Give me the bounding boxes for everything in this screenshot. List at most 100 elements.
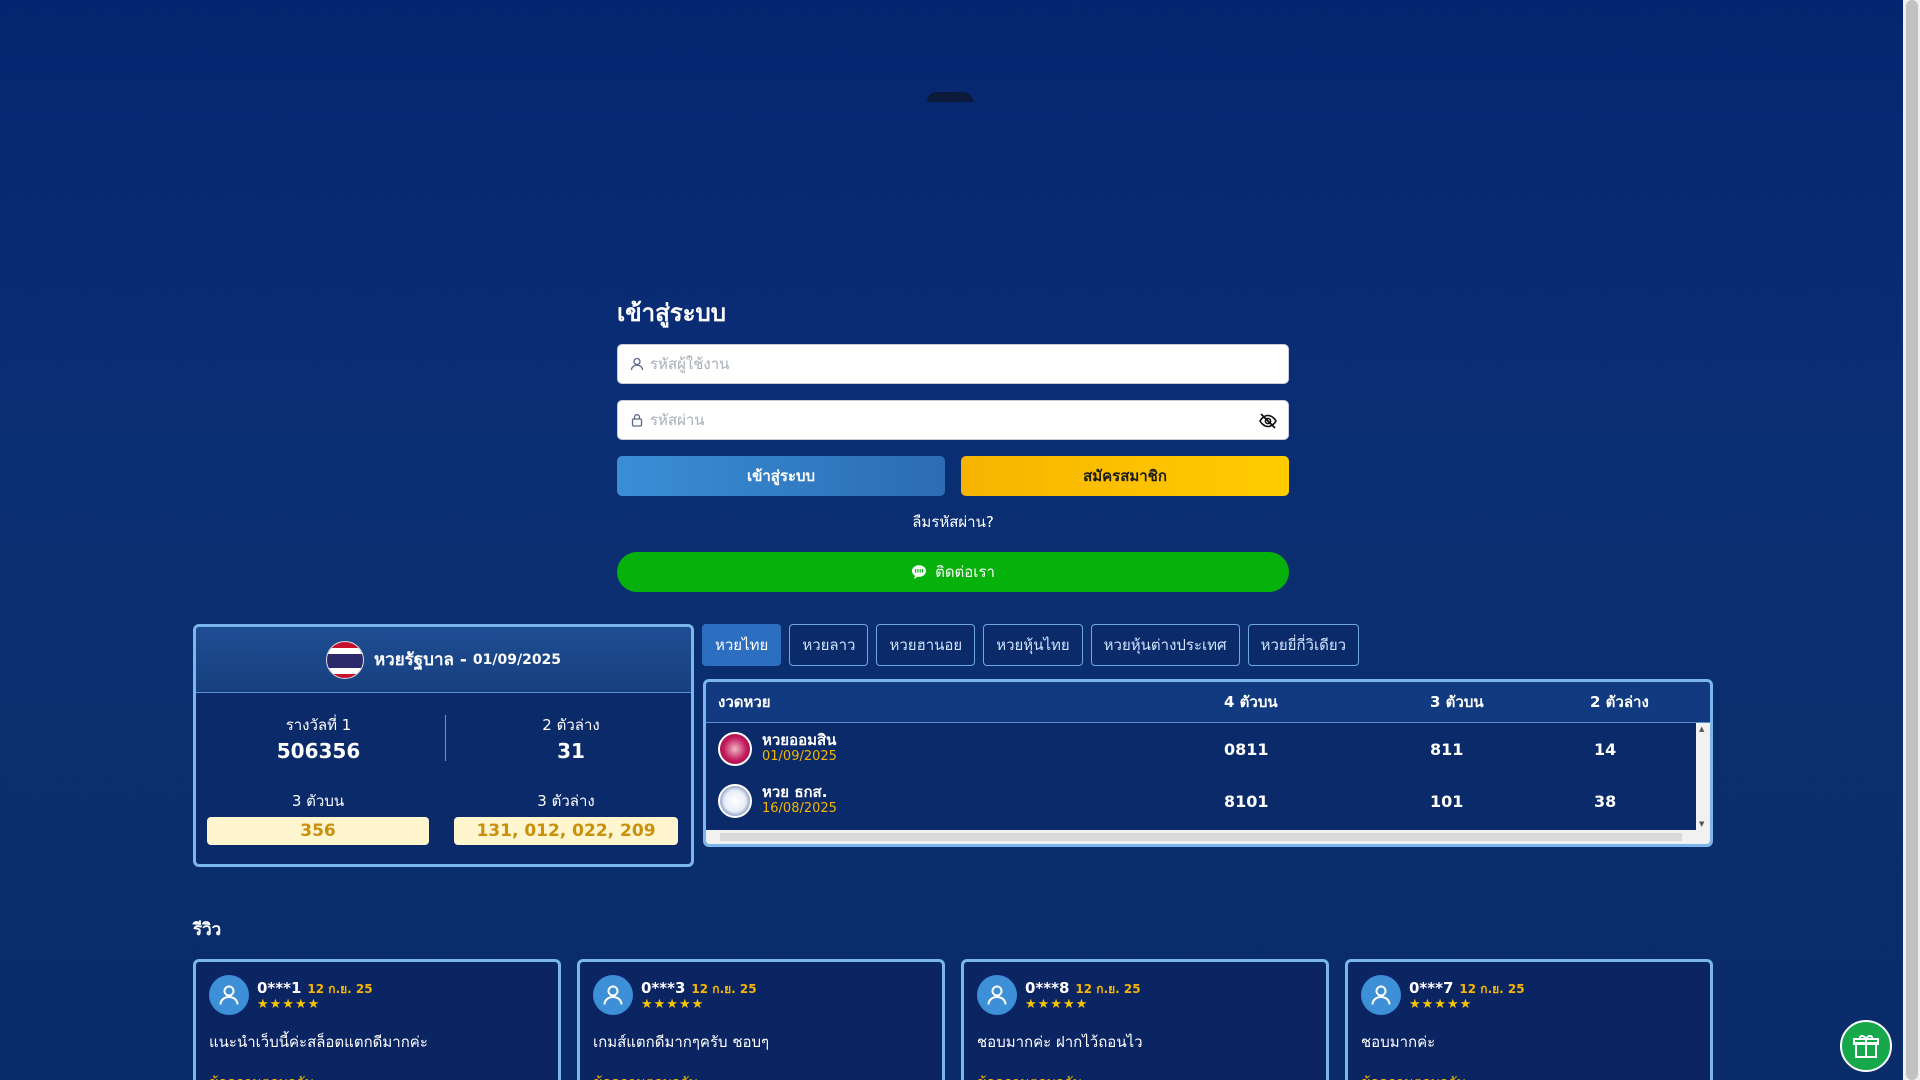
review-card: 0***1 12 ก.ย. 25 ★★★★★ แนะนำเว็บนี้ค่ะสล็…	[193, 959, 561, 1080]
tab-hanoi-lottery[interactable]: หวยฮานอย	[876, 624, 976, 666]
reviews-title: รีวิว	[193, 920, 222, 940]
tab-thai-lottery[interactable]: หวยไทย	[702, 624, 782, 666]
three-upper: 3 ตัวบน 356	[207, 789, 429, 845]
review-user: 0***1 12 ก.ย. 25	[257, 979, 373, 999]
page-scrollbar[interactable]	[1903, 0, 1920, 1080]
first-prize-label: รางวัลที่ 1	[285, 716, 352, 734]
table-horizontal-scrollbar-thumb[interactable]	[720, 833, 1682, 841]
row-three-upper: 811	[1430, 739, 1464, 759]
table-horizontal-scrollbar[interactable]	[706, 830, 1710, 844]
review-reply-link[interactable]: ข้อความตอบกลับ	[593, 1072, 698, 1080]
avatar-icon	[1361, 975, 1401, 1015]
row-name: หวยออมสิน	[762, 731, 837, 749]
contact-button-label: ติดต่อเรา	[935, 563, 995, 581]
site-logo	[927, 92, 973, 102]
tab-yeekee-lottery[interactable]: หวยยี่กี่วิเดียว	[1247, 624, 1360, 666]
review-username: 0***3	[641, 979, 686, 997]
three-lower: 3 ตัวล่าง 131, 012, 022, 209	[454, 789, 678, 845]
line-chat-icon	[911, 564, 927, 580]
three-lower-value: 131, 012, 022, 209	[454, 817, 678, 845]
three-lower-label: 3 ตัวล่าง	[537, 792, 595, 810]
register-button[interactable]: สมัครสมาชิก	[961, 456, 1289, 496]
header-two-lower: 2 ตัวล่าง	[1590, 693, 1649, 711]
tab-foreign-stock-lottery[interactable]: หวยหุ้นต่างประเทศ	[1090, 624, 1240, 666]
review-reply-link[interactable]: ข้อความตอบกลับ	[1361, 1072, 1466, 1080]
row-two-lower: 38	[1594, 791, 1617, 811]
gsb-logo-icon	[718, 732, 752, 766]
two-lower-label: 2 ตัวล่าง	[542, 716, 600, 734]
contact-button[interactable]: ติดต่อเรา	[617, 552, 1289, 592]
header-four-upper: 4 ตัวบน	[1224, 693, 1278, 711]
government-lottery-card: หวยรัฐบาล - 01/09/2025 รางวัลที่ 1 50635…	[193, 624, 694, 867]
two-lower: 2 ตัวล่าง 31	[451, 713, 691, 763]
star-rating: ★★★★★	[1025, 997, 1089, 1012]
tab-thai-stock-lottery[interactable]: หวยหุ้นไทย	[983, 624, 1083, 666]
review-date: 12 ก.ย. 25	[1075, 982, 1141, 996]
login-form: เข้าสู่ระบบ เข้าสู่ระบบ สมัครสมาชิก ลืมร…	[617, 298, 1289, 592]
review-text: เกมส์แตกดีมากๆครับ ชอบๆ	[593, 1033, 770, 1051]
username-field[interactable]	[617, 344, 1289, 384]
password-input[interactable]	[650, 411, 1288, 429]
lottery-results-table: งวดหวย 4 ตัวบน 3 ตัวบน 2 ตัวล่าง หวยออมส…	[703, 679, 1713, 847]
user-icon	[630, 357, 644, 371]
lottery-tabs: หวยไทย หวยลาว หวยฮานอย หวยหุ้นไทย หวยหุ้…	[702, 624, 1360, 666]
username-input[interactable]	[650, 355, 1288, 373]
result-card-header: หวยรัฐบาล - 01/09/2025	[196, 627, 691, 693]
tab-lao-lottery[interactable]: หวยลาว	[789, 624, 869, 666]
review-username: 0***1	[257, 979, 302, 997]
table-vertical-scrollbar[interactable]	[1696, 723, 1710, 830]
password-field[interactable]	[617, 400, 1289, 440]
first-prize-value: 506356	[276, 739, 361, 763]
baac-logo-icon	[718, 784, 752, 818]
header-three-upper: 3 ตัวบน	[1430, 693, 1484, 711]
header-draw: งวดหวย	[718, 693, 771, 711]
review-card: 0***3 12 ก.ย. 25 ★★★★★ เกมส์แตกดีมากๆครับ…	[577, 959, 945, 1080]
review-text: ชอบมากค่ะ	[1361, 1033, 1436, 1051]
three-upper-value: 356	[207, 817, 429, 845]
review-card: 0***8 12 ก.ย. 25 ★★★★★ ชอบมากค่ะ ฝากไว้ถอ…	[961, 959, 1329, 1080]
two-lower-value: 31	[557, 739, 585, 763]
page-scrollbar-thumb[interactable]	[1906, 0, 1918, 1080]
row-three-upper: 101	[1430, 791, 1464, 811]
row-four-upper: 0811	[1224, 739, 1269, 759]
row-name: หวย ธกส.	[762, 783, 828, 801]
table-row: หวย ธกส. 16/08/2025 8101 101 38	[706, 775, 1710, 827]
result-card-date: 01/09/2025	[472, 651, 562, 668]
review-date: 12 ก.ย. 25	[1459, 982, 1525, 996]
table-header: งวดหวย 4 ตัวบน 3 ตัวบน 2 ตัวล่าง	[706, 682, 1710, 723]
lock-icon	[630, 413, 644, 427]
result-card-body: รางวัลที่ 1 506356 2 ตัวล่าง 31 3 ตัวบน …	[196, 693, 691, 864]
row-date: 01/09/2025	[762, 749, 837, 764]
table-row: หวยออมสิน 01/09/2025 0811 811 14	[706, 723, 1710, 775]
row-date: 16/08/2025	[762, 801, 837, 816]
login-button[interactable]: เข้าสู่ระบบ	[617, 456, 945, 496]
review-user: 0***8 12 ก.ย. 25	[1025, 979, 1141, 999]
avatar-icon	[977, 975, 1017, 1015]
three-upper-label: 3 ตัวบน	[291, 792, 345, 810]
row-two-lower: 14	[1594, 739, 1617, 759]
avatar-icon	[593, 975, 633, 1015]
avatar-icon	[209, 975, 249, 1015]
review-date: 12 ก.ย. 25	[307, 982, 373, 996]
star-rating: ★★★★★	[1409, 997, 1473, 1012]
first-prize: รางวัลที่ 1 506356	[196, 713, 441, 763]
review-reply-link[interactable]: ข้อความตอบกลับ	[209, 1072, 314, 1080]
star-rating: ★★★★★	[641, 997, 705, 1012]
thai-flag-icon	[325, 640, 364, 679]
forgot-password-link[interactable]: ลืมรหัสผ่าน?	[617, 510, 1289, 534]
row-four-upper: 8101	[1224, 791, 1269, 811]
login-title: เข้าสู่ระบบ	[617, 299, 726, 327]
review-user: 0***7 12 ก.ย. 25	[1409, 979, 1525, 999]
review-username: 0***7	[1409, 979, 1454, 997]
review-user: 0***3 12 ก.ย. 25	[641, 979, 757, 999]
review-date: 12 ก.ย. 25	[691, 982, 757, 996]
review-username: 0***8	[1025, 979, 1070, 997]
result-card-title: หวยรัฐบาล -	[373, 650, 467, 670]
review-card: 0***7 12 ก.ย. 25 ★★★★★ ชอบมากค่ะ ข้อความต…	[1345, 959, 1713, 1080]
review-text: ชอบมากค่ะ ฝากไว้ถอนไว	[977, 1033, 1143, 1051]
result-divider	[445, 715, 446, 761]
gift-icon[interactable]	[1840, 1020, 1892, 1072]
eye-off-icon[interactable]	[1258, 411, 1278, 431]
review-reply-link[interactable]: ข้อความตอบกลับ	[977, 1072, 1082, 1080]
star-rating: ★★★★★	[257, 997, 321, 1012]
